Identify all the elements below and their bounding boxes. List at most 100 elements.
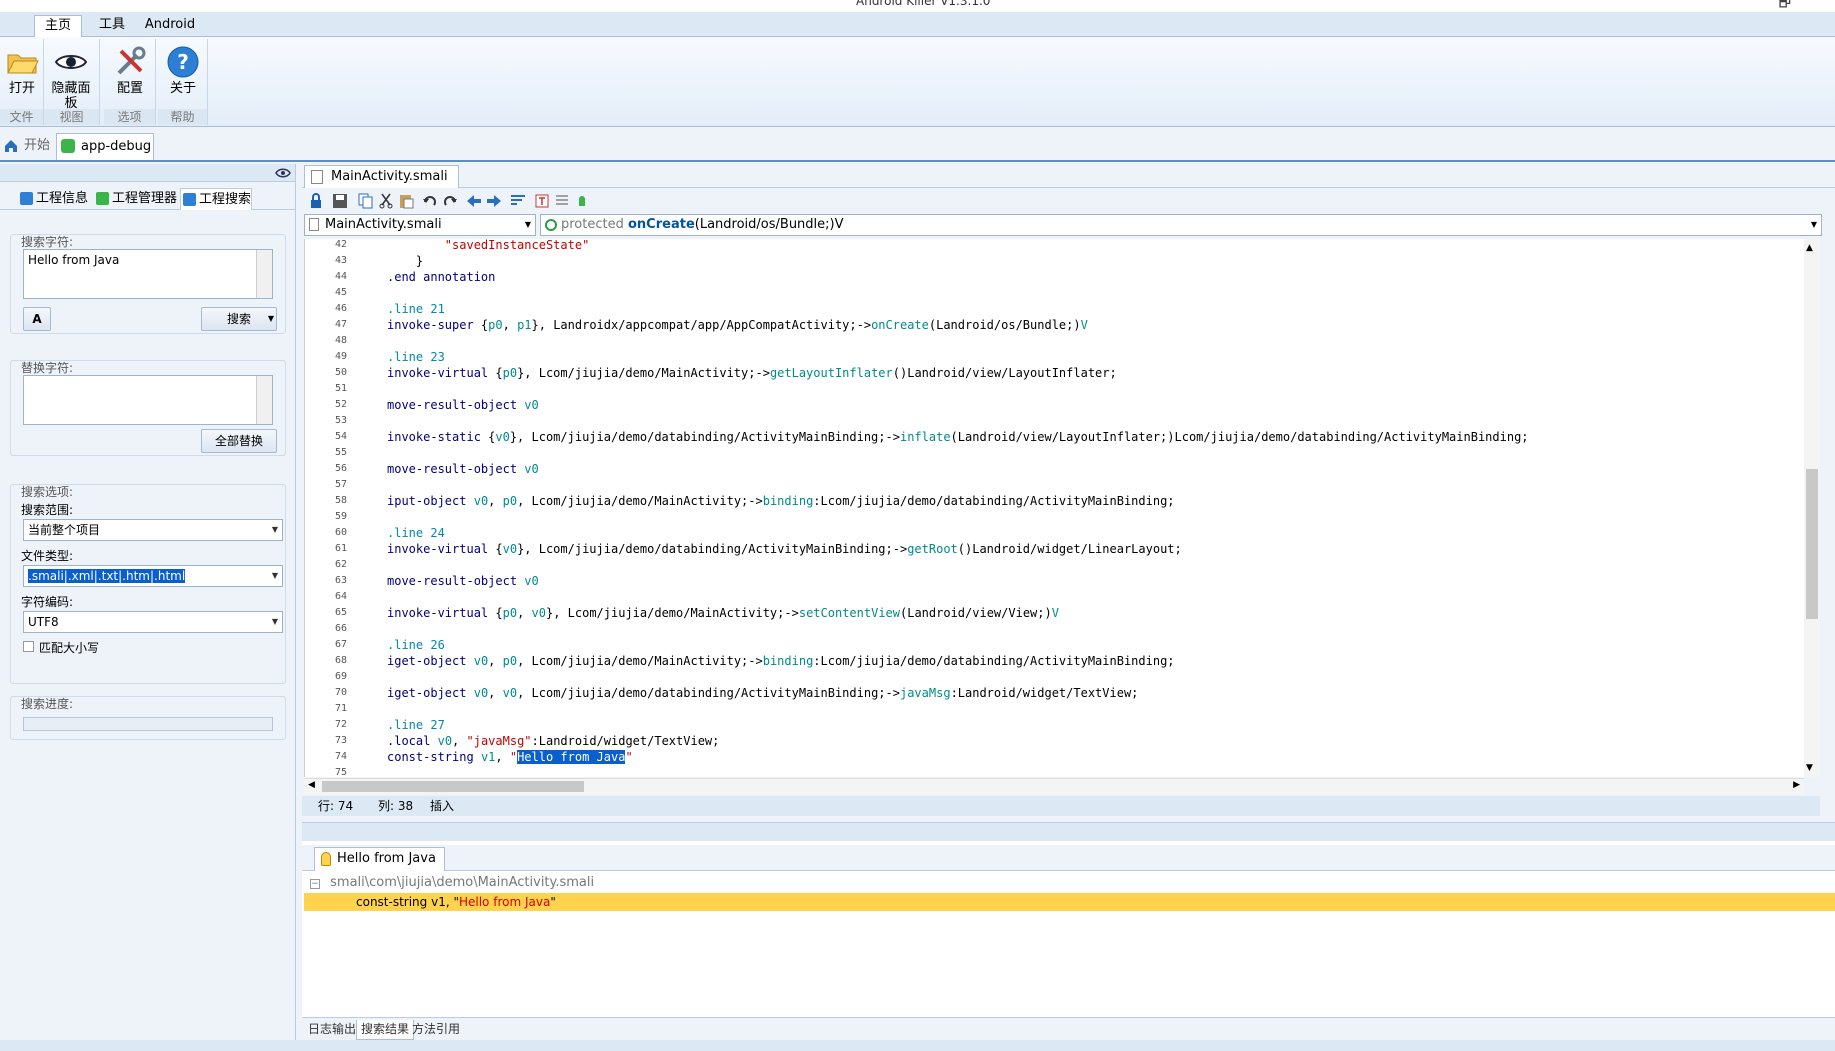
config-button[interactable]: 配置 bbox=[107, 41, 153, 109]
code-line[interactable]: 67 .line 26 bbox=[305, 637, 1804, 653]
result-match-row[interactable]: const-string v1, "Hello from Java" bbox=[304, 893, 1835, 911]
code-line[interactable]: 44 .end annotation bbox=[305, 269, 1804, 285]
left-panel-tabs: 工程信息 工程管理器 工程搜索 bbox=[0, 188, 295, 210]
cut-icon[interactable] bbox=[378, 193, 394, 209]
code-line[interactable]: 49 .line 23 bbox=[305, 349, 1804, 365]
tab-method-references[interactable]: 方法引用 bbox=[408, 1020, 464, 1040]
code-line[interactable]: 54 invoke-static {v0}, Lcom/jiujia/demo/d… bbox=[305, 429, 1804, 445]
scope-select[interactable]: 当前整个项目 ▼ bbox=[23, 519, 283, 541]
lock-icon[interactable] bbox=[308, 193, 324, 209]
java-convert-icon[interactable] bbox=[534, 193, 550, 209]
android-tool-icon[interactable] bbox=[574, 193, 590, 209]
horizontal-scroll-thumb[interactable] bbox=[322, 781, 584, 792]
code-line[interactable]: 71 bbox=[305, 701, 1804, 717]
code-line[interactable]: 62 bbox=[305, 557, 1804, 573]
search-input-scrollbar[interactable] bbox=[256, 250, 272, 298]
code-line[interactable]: 60 .line 24 bbox=[305, 525, 1804, 541]
vertical-scrollbar[interactable]: ▲ ▼ bbox=[1804, 239, 1820, 777]
code-line[interactable]: 48 bbox=[305, 333, 1804, 349]
hide-panel-button[interactable]: 隐藏面板 bbox=[48, 41, 94, 111]
method-select[interactable]: protected onCreate(Landroid/os/Bundle;)V… bbox=[540, 214, 1822, 236]
tab-project-info[interactable]: 工程信息 bbox=[18, 188, 88, 210]
undo-icon[interactable] bbox=[422, 193, 438, 209]
code-line[interactable]: 69 bbox=[305, 669, 1804, 685]
window-titlebar: Android Killer V1.3.1.0 🗗 bbox=[0, 0, 1835, 12]
chevron-right-icon[interactable]: ▶ bbox=[1793, 780, 1800, 790]
code-line[interactable]: 58 iput-object v0, p0, Lcom/jiujia/demo/M… bbox=[305, 493, 1804, 509]
collapse-icon[interactable]: − bbox=[310, 879, 320, 889]
code-line[interactable]: 74 const-string v1, "Hello from Java" bbox=[305, 749, 1804, 765]
tab-start[interactable]: 开始 bbox=[2, 133, 52, 160]
open-button[interactable]: 打开 bbox=[0, 41, 45, 109]
code-line[interactable]: 61 invoke-virtual {v0}, Lcom/jiujia/demo/… bbox=[305, 541, 1804, 557]
menu-tab-android[interactable]: Android bbox=[140, 15, 200, 37]
code-line[interactable]: 63 move-result-object v0 bbox=[305, 573, 1804, 589]
about-button[interactable]: ? 关于 bbox=[160, 41, 206, 109]
chevron-up-icon[interactable]: ▲ bbox=[1806, 243, 1813, 253]
left-panel-header bbox=[0, 164, 295, 182]
format-icon[interactable] bbox=[554, 193, 570, 209]
code-line[interactable]: 68 iget-object v0, p0, Lcom/jiujia/demo/M… bbox=[305, 653, 1804, 669]
code-line[interactable]: 43 } bbox=[305, 253, 1804, 269]
tab-mainactivity-smali[interactable]: MainActivity.smali bbox=[304, 165, 459, 188]
vertical-scroll-thumb[interactable] bbox=[1806, 469, 1818, 619]
font-button[interactable]: A bbox=[23, 307, 51, 331]
tab-search-result[interactable]: Hello from Java bbox=[314, 847, 445, 871]
result-file-node[interactable]: − smali\com\jiujia\demo\MainActivity.sma… bbox=[310, 875, 594, 890]
code-line[interactable]: 72 .line 27 bbox=[305, 717, 1804, 733]
word-wrap-icon[interactable] bbox=[510, 193, 526, 209]
copy-icon[interactable] bbox=[358, 193, 374, 209]
tab-search-result-label: Hello from Java bbox=[337, 851, 436, 866]
code-line[interactable]: 66 bbox=[305, 621, 1804, 637]
tab-start-label: 开始 bbox=[24, 138, 51, 153]
code-line[interactable]: 46 .line 21 bbox=[305, 301, 1804, 317]
forward-arrow-icon[interactable] bbox=[486, 193, 502, 209]
redo-icon[interactable] bbox=[442, 193, 458, 209]
tab-log-output[interactable]: 日志输出 bbox=[304, 1020, 360, 1040]
chevron-down-icon[interactable]: ▼ bbox=[1806, 763, 1813, 773]
code-line[interactable]: 55 bbox=[305, 445, 1804, 461]
line-number: 74 bbox=[334, 751, 347, 762]
line-number: 69 bbox=[334, 671, 347, 682]
code-line[interactable]: 59 bbox=[305, 509, 1804, 525]
replace-input-scrollbar[interactable] bbox=[256, 376, 272, 424]
code-line[interactable]: 42 "savedInstanceState" bbox=[305, 239, 1804, 253]
chevron-down-icon[interactable]: ▼ bbox=[268, 308, 274, 330]
replace-input[interactable] bbox=[23, 375, 273, 425]
tab-project-search[interactable]: 工程搜索 bbox=[180, 188, 252, 210]
back-arrow-icon[interactable] bbox=[466, 193, 482, 209]
restore-window-button[interactable]: 🗗 bbox=[1779, 0, 1791, 12]
code-editor[interactable]: 42 "savedInstanceState" 43 } 44 .end annota… bbox=[304, 239, 1804, 777]
horizontal-scrollbar[interactable]: ◀ ▶ bbox=[304, 778, 1804, 794]
tab-app-debug[interactable]: app-debug bbox=[56, 133, 154, 160]
code-line[interactable]: 73 .local v0, "javaMsg":Landroid/widget/T… bbox=[305, 733, 1804, 749]
tab-search-results[interactable]: 搜索结果 bbox=[356, 1020, 415, 1040]
file-select[interactable]: MainActivity.smali ▼ bbox=[304, 214, 536, 236]
code-line[interactable]: 65 invoke-virtual {p0, v0}, Lcom/jiujia/d… bbox=[305, 605, 1804, 621]
file-icon bbox=[311, 170, 323, 184]
code-line[interactable]: 75 bbox=[305, 765, 1804, 777]
code-line[interactable]: 56 move-result-object v0 bbox=[305, 461, 1804, 477]
eye-icon[interactable] bbox=[275, 167, 291, 179]
filetype-select[interactable]: .smali|.xml|.txt|.htm|.html ▼ bbox=[23, 565, 283, 587]
code-line[interactable]: 50 invoke-virtual {p0}, Lcom/jiujia/demo/… bbox=[305, 365, 1804, 381]
search-button[interactable]: 搜索 ▼ bbox=[201, 307, 277, 331]
code-line[interactable]: 64 bbox=[305, 589, 1804, 605]
tab-project-manager[interactable]: 工程管理器 bbox=[94, 188, 178, 210]
save-icon[interactable] bbox=[332, 193, 348, 209]
code-line[interactable]: 57 bbox=[305, 477, 1804, 493]
code-line[interactable]: 47 invoke-super {p0, p1}, Landroidx/appco… bbox=[305, 317, 1804, 333]
code-line[interactable]: 70 iget-object v0, v0, Lcom/jiujia/demo/d… bbox=[305, 685, 1804, 701]
code-line[interactable]: 45 bbox=[305, 285, 1804, 301]
menu-tab-tools[interactable]: 工具 bbox=[90, 15, 134, 37]
encoding-select[interactable]: UTF8 ▼ bbox=[23, 611, 283, 633]
paste-icon[interactable] bbox=[398, 193, 414, 209]
chevron-left-icon[interactable]: ◀ bbox=[308, 780, 315, 790]
replace-all-button[interactable]: 全部替换 bbox=[201, 429, 277, 453]
code-line[interactable]: 53 bbox=[305, 413, 1804, 429]
code-line[interactable]: 52 move-result-object v0 bbox=[305, 397, 1804, 413]
match-case-checkbox[interactable] bbox=[23, 641, 34, 652]
menu-tab-home[interactable]: 主页 bbox=[34, 15, 82, 37]
search-input[interactable]: Hello from Java bbox=[23, 249, 273, 299]
code-line[interactable]: 51 bbox=[305, 381, 1804, 397]
